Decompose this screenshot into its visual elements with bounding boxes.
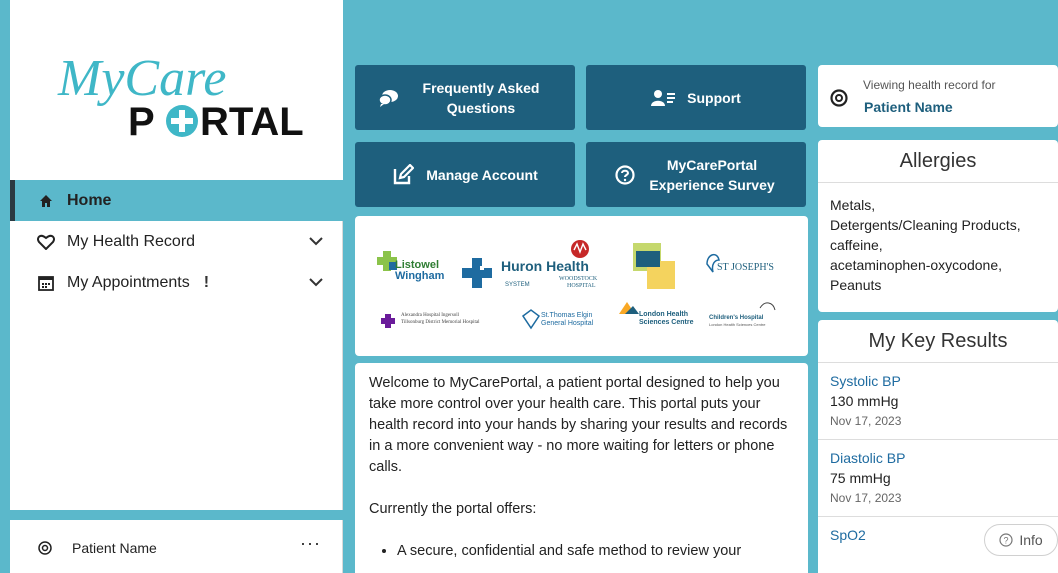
- edit-icon: [392, 163, 415, 186]
- svg-text:London Health: London Health: [639, 311, 688, 318]
- allergy-item: Detergents/Cleaning Products,: [830, 217, 1021, 233]
- support-label: Support: [687, 89, 741, 106]
- svg-text:London Health Sciences Centre: London Health Sciences Centre: [709, 322, 766, 327]
- svg-text:?: ?: [1004, 536, 1009, 546]
- listowel-wingham-logo: Listowel Wingham: [377, 251, 445, 282]
- result-date: Nov 17, 2023: [830, 414, 902, 428]
- viewing-label: Viewing health record for: [863, 78, 996, 92]
- more-options-icon[interactable]: ···: [300, 533, 321, 554]
- welcome-text: Welcome to MyCarePortal, a patient porta…: [355, 363, 808, 573]
- svg-text:RTAL: RTAL: [200, 100, 304, 144]
- alexandra-hospital-logo: Alexandra Hospital Ingersoll Tillsonburg…: [381, 313, 480, 328]
- svg-text:HOSPITAL: HOSPITAL: [567, 283, 596, 289]
- sidebar-item-label: My Appointments: [67, 273, 190, 291]
- sidebar-item-label: My Health Record: [67, 232, 196, 250]
- user-name: Patient Name: [72, 539, 157, 556]
- svg-text:St.Thomas Elgin: St.Thomas Elgin: [541, 312, 592, 319]
- key-results-title: My Key Results: [818, 320, 1058, 363]
- manage-account-button[interactable]: Manage Account: [355, 142, 575, 207]
- calendar-icon: [35, 275, 57, 291]
- user-icon: [38, 540, 52, 555]
- support-icon: [651, 89, 676, 107]
- svg-text:Tillsonburg District Memorial: Tillsonburg District Memorial Hospital: [401, 320, 480, 325]
- result-name[interactable]: Diastolic BP: [830, 448, 1046, 468]
- sidebar: MyCare P RTAL Home My Health Record My A…: [10, 0, 343, 573]
- allergy-item: Peanuts: [830, 277, 882, 293]
- allergy-item: acetaminophen-oxycodone,: [830, 257, 1003, 273]
- logo-area: MyCare P RTAL: [10, 0, 343, 180]
- london-health-sciences-logo: London Health Sciences Centre: [619, 302, 694, 326]
- info-label: Info: [1019, 532, 1043, 548]
- chevron-down-icon[interactable]: [309, 274, 323, 292]
- sidebar-item-appointments[interactable]: My Appointments !: [10, 262, 343, 303]
- offers-list: A secure, confidential and safe method t…: [369, 541, 794, 562]
- st-thomas-elgin-logo: St.Thomas Elgin General Hospital: [521, 309, 594, 330]
- manage-account-label: Manage Account: [426, 166, 538, 183]
- sidebar-item-health-record[interactable]: My Health Record: [10, 221, 343, 262]
- alert-badge: !: [203, 273, 210, 291]
- result-date: Nov 17, 2023: [830, 491, 902, 505]
- result-item[interactable]: Diastolic BP 75 mmHg Nov 17, 2023: [818, 440, 1058, 517]
- faq-label: Frequently Asked Questions: [422, 79, 540, 116]
- allergy-item: Metals,: [830, 197, 876, 213]
- result-name[interactable]: Systolic BP: [830, 371, 1046, 391]
- st-josephs-logo: ST JOSEPH'S: [706, 253, 774, 273]
- svg-text:MyCare: MyCare: [57, 50, 226, 107]
- partner-logos: Listowel Wingham Huron Health SYSTEM WOO…: [355, 216, 808, 356]
- sidebar-item-label: Home: [67, 191, 112, 209]
- divider: [10, 510, 343, 520]
- support-button[interactable]: Support: [586, 65, 806, 130]
- user-menu[interactable]: Patient Name ···: [10, 525, 343, 570]
- svg-text:SYSTEM: SYSTEM: [505, 282, 530, 288]
- user-circle-icon: [830, 89, 848, 112]
- question-circle-icon: [615, 164, 635, 185]
- result-item[interactable]: Systolic BP 130 mmHg Nov 17, 2023: [818, 363, 1058, 440]
- survey-button[interactable]: MyCarePortal Experience Survey: [586, 142, 806, 207]
- survey-label: MyCarePortal Experience Survey: [649, 156, 775, 193]
- svg-text:WOODSTOCK: WOODSTOCK: [559, 276, 598, 282]
- svg-text:Alexandra Hospital Ingersoll: Alexandra Hospital Ingersoll: [401, 313, 460, 318]
- allergy-item: caffeine,: [830, 237, 883, 253]
- svg-text:P: P: [128, 100, 155, 144]
- svg-text:Sciences Centre: Sciences Centre: [639, 319, 694, 326]
- childrens-hospital-logo: Children's Hospital London Health Scienc…: [709, 302, 776, 327]
- question-circle-icon: ?: [999, 533, 1013, 547]
- sidebar-item-home[interactable]: Home: [10, 180, 343, 221]
- welcome-paragraph: Welcome to MyCarePortal, a patient porta…: [369, 375, 788, 475]
- svg-text:Wingham: Wingham: [395, 270, 445, 282]
- home-icon: [35, 194, 57, 208]
- svg-text:Huron Health: Huron Health: [501, 258, 589, 274]
- svg-text:General Hospital: General Hospital: [541, 320, 594, 327]
- faq-button[interactable]: Frequently Asked Questions: [355, 65, 575, 130]
- heart-icon: [35, 234, 57, 250]
- svg-text:ST JOSEPH'S: ST JOSEPH'S: [717, 262, 774, 273]
- result-value: 130 mmHg: [830, 393, 899, 409]
- svg-text:Children's Hospital: Children's Hospital: [709, 315, 764, 321]
- hospital-square-logo: [633, 243, 675, 289]
- result-value: 75 mmHg: [830, 470, 891, 486]
- hospital-logos: Listowel Wingham Huron Health SYSTEM WOO…: [377, 240, 776, 330]
- offers-heading: Currently the portal offers:: [369, 501, 537, 517]
- mycare-portal-logo: MyCare P RTAL: [57, 50, 304, 144]
- info-button[interactable]: ? Info: [984, 524, 1058, 556]
- patient-name[interactable]: Patient Name: [864, 99, 953, 115]
- chat-icon: [379, 89, 399, 107]
- allergies-list: Metals, Detergents/Cleaning Products, ca…: [818, 183, 1058, 307]
- chevron-down-icon[interactable]: [309, 233, 323, 251]
- allergies-card: Allergies Metals, Detergents/Cleaning Pr…: [818, 140, 1058, 312]
- viewing-record-card[interactable]: Viewing health record for Patient Name: [818, 65, 1058, 127]
- sidebar-nav: Home My Health Record My Appointments !: [10, 180, 343, 303]
- list-item: A secure, confidential and safe method t…: [397, 541, 794, 562]
- allergies-title: Allergies: [818, 140, 1058, 183]
